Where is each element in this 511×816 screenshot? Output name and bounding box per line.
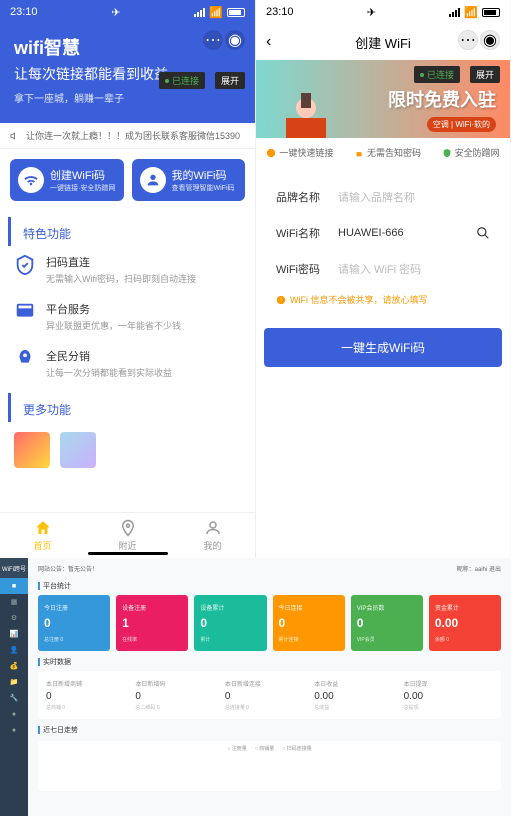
user-icon	[140, 167, 166, 193]
brand-name-row[interactable]: 品牌名称 请输入品牌名称	[264, 179, 502, 215]
real-stat: 本日收益0.00总收益	[314, 679, 403, 711]
tab-mine[interactable]: 我的	[170, 513, 255, 558]
wifi-form: 品牌名称 请输入品牌名称 WiFi名称 HUAWEI-666 WiFi密码 请输…	[264, 175, 502, 320]
speaker-icon	[10, 131, 20, 141]
wifi-name-input[interactable]: HUAWEI-666	[338, 227, 404, 239]
shield-icon	[442, 148, 452, 158]
stat-card[interactable]: 设备累计0累计	[194, 595, 266, 651]
connected-tag: 已连接	[159, 72, 205, 89]
rocket-icon	[14, 348, 36, 370]
person-illustration	[276, 78, 336, 138]
hero-subtitle: 让每次链接都能看到收益	[14, 64, 241, 84]
expand-tag[interactable]: 展开	[215, 72, 245, 89]
real-stat: 本日新增码0总二维码 0	[135, 679, 224, 711]
hero-banner: ⋯ ◉ wifi智慧 让每次链接都能看到收益 拿下一座城，躺赚一辈子 已连接 展…	[0, 24, 255, 123]
stat-cards-row: 今日注册0总注册 0 设备注册1在线率 设备累计0累计 今日连接0累计连接 VI…	[38, 595, 501, 651]
connected-tag: 已连接	[414, 66, 460, 83]
link-icon	[266, 148, 276, 158]
section-realtime: 实时数据	[38, 657, 501, 667]
trust-item: 一键快速链接	[266, 146, 333, 159]
dashboard-logo: WiFi跨号	[0, 558, 28, 578]
feature-item[interactable]: 全民分销 让每一次分销都能看到实际收益	[0, 340, 255, 387]
section-platform-stats: 平台统计	[38, 581, 501, 591]
wifi-icon	[18, 167, 44, 193]
sidebar-item[interactable]: ▦	[0, 594, 28, 610]
wifi-name-row[interactable]: WiFi名称 HUAWEI-666	[264, 215, 502, 251]
nav-header: ‹ 创建 WiFi ⋯ ◉	[256, 24, 510, 60]
phone-left-home: 23:10 ✈ 📶 ⋯ ◉ wifi智慧 让每次链接都能看到收益 拿下一座城，躺…	[0, 0, 255, 558]
real-stat: 本日提现0.00总提现	[404, 679, 493, 711]
feature-item[interactable]: 扫码直连 无需输入Wifi密码，扫码即刻自动连接	[0, 246, 255, 293]
admin-dashboard: WiFi跨号 ■ ▦ ⚙ 📊 👤 💰 📁 🔧 ● ● 网站公告：暂无公告！ 昵称…	[0, 558, 511, 816]
stat-card[interactable]: VIP会员数0VIP会员	[351, 595, 423, 651]
sidebar-item[interactable]: ●	[0, 722, 28, 738]
real-stat: 本日新增连接0总连接量 0	[225, 679, 314, 711]
search-icon[interactable]	[476, 226, 490, 240]
status-time: 23:10	[10, 6, 38, 18]
section-features-title: 特色功能	[8, 217, 255, 246]
expand-tag[interactable]: 展开	[470, 66, 500, 83]
status-time: 23:10	[266, 6, 294, 18]
my-wifi-button[interactable]: 我的WiFi码 查看管理智能WiFi码	[132, 159, 246, 201]
sidebar-item[interactable]: 👤	[0, 642, 28, 658]
wifi-password-row[interactable]: WiFi密码 请输入 WiFi 密码	[264, 251, 502, 287]
stat-card[interactable]: 今日注册0总注册 0	[38, 595, 110, 651]
sidebar-item[interactable]: 💰	[0, 658, 28, 674]
dashboard-sidebar: WiFi跨号 ■ ▦ ⚙ 📊 👤 💰 📁 🔧 ● ●	[0, 558, 28, 816]
sidebar-item[interactable]: 📁	[0, 674, 28, 690]
trust-item: 无需告知密码	[354, 146, 421, 159]
sidebar-item[interactable]: ■	[0, 578, 28, 594]
capsule-menu-icon[interactable]: ⋯	[203, 30, 223, 50]
announcement-marquee: 让你连一次就上瘾！！！成为团长联系客服微信15390	[0, 123, 255, 149]
back-icon[interactable]: ‹	[266, 33, 271, 51]
form-hint: ! WiFi 信息不会被共享，请放心填写	[264, 287, 502, 316]
section-trend: 近七日走势	[38, 725, 501, 735]
home-icon	[34, 519, 52, 537]
location-icon	[119, 519, 137, 537]
sidebar-item[interactable]: 🔧	[0, 690, 28, 706]
sidebar-item[interactable]: 📊	[0, 626, 28, 642]
page-title: 创建 WiFi	[355, 33, 411, 52]
capsule-close-icon[interactable]: ◉	[225, 30, 245, 50]
promo-banner[interactable]: 限时免费入驻 空调 | WiFi·软的 已连接 展开	[256, 60, 510, 138]
real-stat: 本日新增商铺0总商铺 0	[46, 679, 135, 711]
section-more-title: 更多功能	[8, 393, 255, 422]
phone-right-create: 23:10 ✈ 📶 ‹ 创建 WiFi ⋯ ◉ 限时免费入驻 空调 | WiFi…	[255, 0, 510, 558]
announcement: 网站公告：暂无公告！	[38, 564, 98, 573]
capsule-close-icon[interactable]: ◉	[480, 30, 500, 50]
capsule-menu-icon[interactable]: ⋯	[458, 30, 478, 50]
realtime-stats-row: 本日新增商铺0总商铺 0 本日新增码0总二维码 0 本日新增连接0总连接量 0 …	[38, 671, 501, 719]
tab-home[interactable]: 首页	[0, 513, 85, 558]
shield-icon	[14, 254, 36, 276]
status-bar: 23:10 ✈ 📶	[0, 0, 255, 24]
trust-row: 一键快速链接 无需告知密码 安全防蹭网	[256, 138, 510, 167]
wifi-password-input[interactable]: 请输入 WiFi 密码	[338, 261, 421, 277]
gallery-thumb[interactable]	[60, 432, 96, 468]
stat-card[interactable]: 设备注册1在线率	[116, 595, 188, 651]
generate-wifi-button[interactable]: 一键生成WiFi码	[264, 328, 502, 367]
trend-chart: 注册量 商铺量 扫码连接量	[38, 741, 501, 791]
hero-tagline: 拿下一座城，躺赚一辈子	[14, 90, 241, 105]
sidebar-item[interactable]: ●	[0, 706, 28, 722]
feature-item[interactable]: 平台服务 异业联盟更优惠，一年能省不少钱	[0, 293, 255, 340]
sidebar-item[interactable]: ⚙	[0, 610, 28, 626]
gallery-thumb[interactable]	[14, 432, 50, 468]
trust-item: 安全防蹭网	[442, 146, 500, 159]
stat-card[interactable]: 资金累计0.00余额 0	[429, 595, 501, 651]
home-indicator	[88, 552, 168, 555]
status-bar: 23:10 ✈ 📶	[256, 0, 510, 24]
brand-input[interactable]: 请输入品牌名称	[338, 189, 415, 205]
lock-icon	[354, 148, 364, 158]
user-info[interactable]: 昵称：aaihi 退出	[457, 564, 501, 573]
platform-icon	[14, 301, 36, 323]
create-wifi-button[interactable]: 创建WiFi码 一键链接·安全防蹭网	[10, 159, 124, 201]
stat-card[interactable]: 今日连接0累计连接	[273, 595, 345, 651]
user-icon	[204, 519, 222, 537]
battery-icon	[482, 8, 500, 17]
info-icon: !	[276, 295, 286, 305]
battery-icon	[227, 8, 245, 17]
